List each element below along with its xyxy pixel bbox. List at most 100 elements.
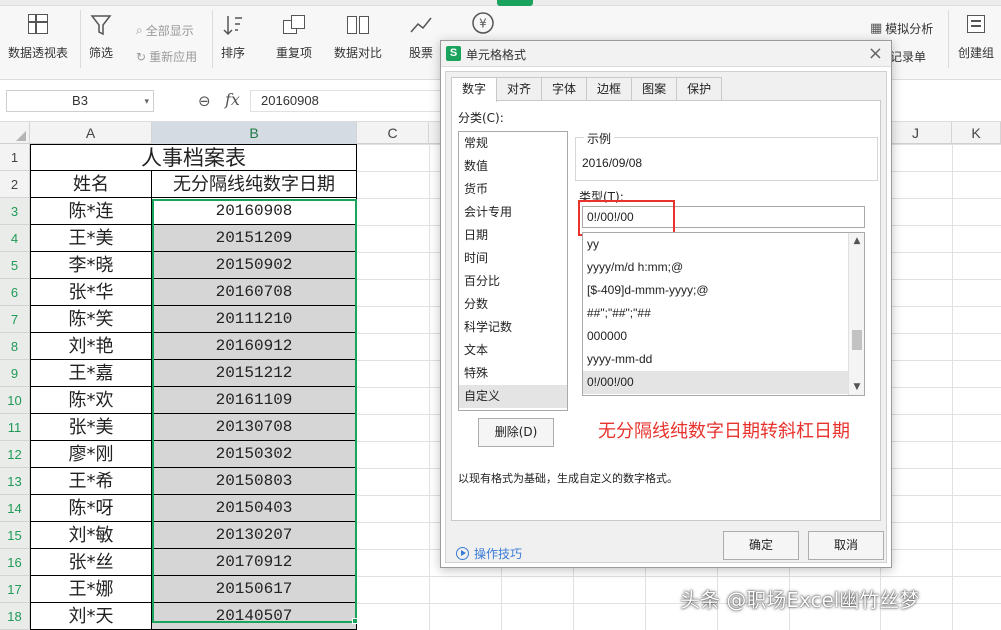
chevron-down-icon[interactable]: ▼ xyxy=(851,381,863,393)
filter-button[interactable]: 筛选 xyxy=(88,12,114,61)
name-cell[interactable]: 张*丝 xyxy=(30,549,152,576)
date-cell[interactable]: 20150403 xyxy=(152,495,357,522)
category-item[interactable]: 时间 xyxy=(459,247,567,270)
row-header[interactable]: 15 xyxy=(0,522,30,549)
name-cell[interactable]: 张*华 xyxy=(30,279,152,306)
date-cell[interactable]: 20150617 xyxy=(152,576,357,603)
formula-input[interactable]: 20160908 xyxy=(250,90,450,112)
date-cell[interactable]: 20151212 xyxy=(152,360,357,387)
format-item[interactable]: yy xyxy=(583,233,849,256)
name-cell[interactable]: 陈*连 xyxy=(30,198,152,225)
ok-button[interactable]: 确定 xyxy=(723,531,799,560)
tab-protection[interactable]: 保护 xyxy=(676,77,723,101)
name-cell[interactable]: 刘*天 xyxy=(30,603,152,630)
name-cell[interactable]: 刘*敏 xyxy=(30,522,152,549)
header-name[interactable]: 姓名 xyxy=(30,171,152,198)
tips-link[interactable]: 操作技巧 xyxy=(456,545,522,562)
row-header[interactable]: 12 xyxy=(0,441,30,468)
name-cell[interactable]: 王*娜 xyxy=(30,576,152,603)
column-header-a[interactable]: A xyxy=(30,122,152,144)
date-cell[interactable]: 20150803 xyxy=(152,468,357,495)
column-header-b[interactable]: B xyxy=(152,122,357,144)
format-item[interactable]: 000000 xyxy=(583,325,849,348)
data-compare-button[interactable]: 数据对比 xyxy=(334,12,382,61)
row-header[interactable]: 10 xyxy=(0,387,30,414)
tab-alignment[interactable]: 对齐 xyxy=(496,77,543,101)
date-cell[interactable]: 20140507 xyxy=(152,603,357,630)
name-cell[interactable]: 廖*刚 xyxy=(30,441,152,468)
name-cell[interactable]: 陈*呀 xyxy=(30,495,152,522)
row-header[interactable]: 7 xyxy=(0,306,30,333)
category-list[interactable]: 常规 数值 货币 会计专用 日期 时间 百分比 分数 科学记数 文本 特殊 自定义 xyxy=(458,131,568,411)
name-cell[interactable]: 陈*笑 xyxy=(30,306,152,333)
date-cell[interactable]: 20111210 xyxy=(152,306,357,333)
name-cell[interactable]: 李*晓 xyxy=(30,252,152,279)
row-header[interactable]: 2 xyxy=(0,171,30,198)
date-cell[interactable]: 20130708 xyxy=(152,414,357,441)
category-item[interactable]: 科学记数 xyxy=(459,316,567,339)
header-date[interactable]: 无分隔线纯数字日期 xyxy=(152,171,357,198)
category-item[interactable]: 分数 xyxy=(459,293,567,316)
row-header[interactable]: 5 xyxy=(0,252,30,279)
row-header[interactable]: 16 xyxy=(0,549,30,576)
format-list[interactable]: yy yyyy/m/d h:mm;@ [$-409]d-mmm-yyyy;@ ##";… xyxy=(582,232,865,396)
cancel-button[interactable]: 取消 xyxy=(808,531,884,560)
date-cell[interactable]: 20130207 xyxy=(152,522,357,549)
row-header[interactable]: 4 xyxy=(0,225,30,252)
date-cell[interactable]: 20160708 xyxy=(152,279,357,306)
scroll-thumb[interactable] xyxy=(852,330,862,350)
name-cell[interactable]: 刘*艳 xyxy=(30,333,152,360)
row-header[interactable]: 18 xyxy=(0,603,30,630)
name-cell[interactable]: 张*美 xyxy=(30,414,152,441)
row-header[interactable]: 14 xyxy=(0,495,30,522)
format-item[interactable]: 0!/00!/00 xyxy=(583,371,849,394)
date-cell[interactable]: 20150302 xyxy=(152,441,357,468)
format-item[interactable]: ##";"##";"## xyxy=(583,302,849,325)
row-header[interactable]: 8 xyxy=(0,333,30,360)
column-header-c[interactable]: C xyxy=(357,122,429,144)
row-header[interactable]: 17 xyxy=(0,576,30,603)
chevron-up-icon[interactable]: ▲ xyxy=(851,235,863,247)
fill-handle[interactable] xyxy=(352,618,358,624)
category-item[interactable]: 日期 xyxy=(459,224,567,247)
name-box[interactable]: B3 ▾ xyxy=(6,90,154,112)
create-group-button[interactable]: 创建组 xyxy=(958,12,994,61)
row-header[interactable]: 13 xyxy=(0,468,30,495)
category-item[interactable]: 货币 xyxy=(459,178,567,201)
reapply-button[interactable]: ↻ 重新应用 xyxy=(136,48,197,65)
category-item[interactable]: 百分比 xyxy=(459,270,567,293)
currency-button[interactable]: ¥ xyxy=(470,10,496,36)
tab-number[interactable]: 数字 xyxy=(451,77,498,102)
date-cell[interactable]: 20161109 xyxy=(152,387,357,414)
format-list-scrollbar[interactable]: ▲ ▼ xyxy=(848,233,864,395)
name-cell[interactable]: 王*嘉 xyxy=(30,360,152,387)
name-cell[interactable]: 陈*欢 xyxy=(30,387,152,414)
name-cell[interactable]: 王*美 xyxy=(30,225,152,252)
tab-pattern[interactable]: 图案 xyxy=(631,77,678,101)
category-item[interactable]: 文本 xyxy=(459,339,567,362)
name-cell[interactable]: 王*希 xyxy=(30,468,152,495)
row-header[interactable]: 1 xyxy=(0,144,30,171)
table-title[interactable]: 人事档案表 xyxy=(30,144,357,171)
date-cell[interactable]: 20160908 xyxy=(152,198,357,225)
date-cell[interactable]: 20160912 xyxy=(152,333,357,360)
row-header[interactable]: 9 xyxy=(0,360,30,387)
record-form-button[interactable]: 记录单 xyxy=(890,48,926,65)
category-item[interactable]: 特殊 xyxy=(459,362,567,385)
delete-button[interactable]: 删除(D) xyxy=(478,418,554,447)
category-item[interactable]: 常规 xyxy=(459,132,567,155)
row-header[interactable]: 11 xyxy=(0,414,30,441)
column-header-k[interactable]: K xyxy=(952,122,1001,144)
date-cell[interactable]: 20151209 xyxy=(152,225,357,252)
type-input[interactable]: 0!/00!/00 xyxy=(582,206,865,228)
format-item[interactable]: yyyy/m/d h:mm;@ xyxy=(583,256,849,279)
row-header[interactable]: 3 xyxy=(0,198,30,225)
tab-font[interactable]: 字体 xyxy=(541,77,588,101)
stocks-button[interactable]: 股票 xyxy=(408,12,434,61)
category-item[interactable]: 会计专用 xyxy=(459,201,567,224)
show-all-button[interactable]: ⌕ 全部显示 xyxy=(136,22,194,39)
row-header[interactable]: 6 xyxy=(0,279,30,306)
sort-button[interactable]: 排序 xyxy=(220,12,246,61)
date-cell[interactable]: 20170912 xyxy=(152,549,357,576)
category-item[interactable]: 数值 xyxy=(459,155,567,178)
